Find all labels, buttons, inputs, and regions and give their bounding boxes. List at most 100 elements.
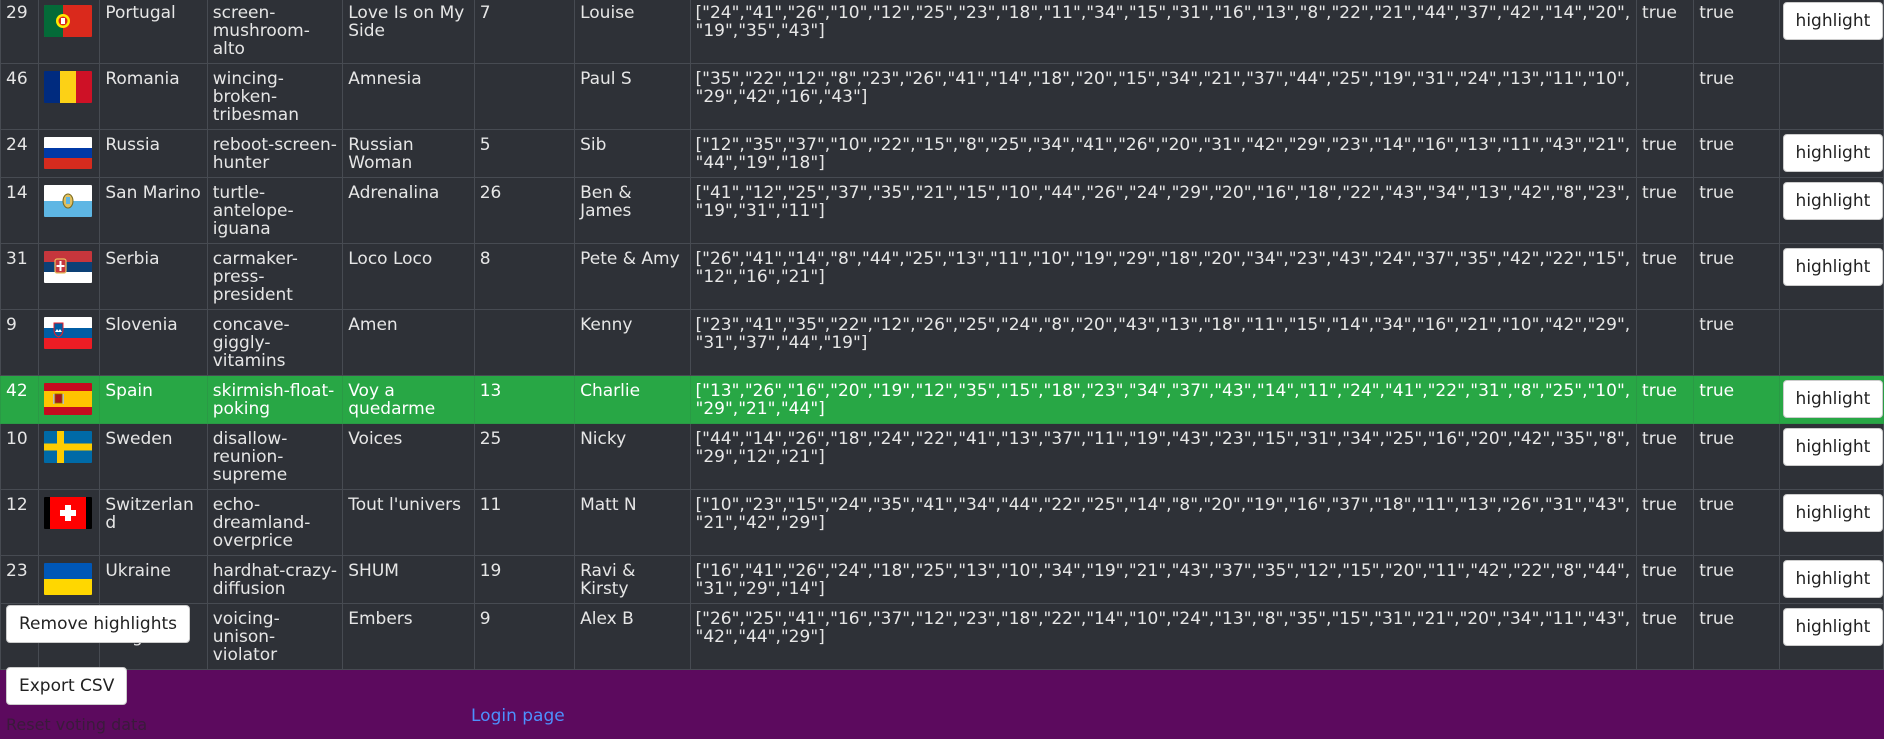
- highlight-button[interactable]: highlight: [1782, 134, 1883, 172]
- presenter-name: Matt N: [574, 489, 691, 556]
- entries-table-wrap: skied 29Portugalscreen-mushroom-altoLove…: [0, 0, 1884, 670]
- running-position: 19: [473, 555, 576, 604]
- action-cell: [1778, 309, 1884, 376]
- russia-flag-icon: [44, 137, 93, 169]
- table-row: 14 San Marino turtle-antelope-iguana Adrena…: [0, 177, 1884, 244]
- votes-list: ["24","41","26","10","12","25","23","18"…: [689, 0, 1638, 64]
- entry-id: 24: [0, 129, 40, 178]
- votes-list: ["16","41","26","24","18","25","13","10"…: [689, 555, 1638, 604]
- flag-cell: [38, 177, 101, 244]
- export-csv-button[interactable]: Export CSV: [6, 667, 128, 705]
- entry-slug: echo-dreamland-overprice: [206, 489, 344, 556]
- action-cell: highlight: [1778, 243, 1884, 310]
- song-title: Amnesia: [342, 63, 475, 130]
- flag-cell: [38, 63, 101, 130]
- song-title: Russian Woman: [342, 129, 475, 178]
- running-position: 9: [473, 603, 576, 670]
- flag-cell: [38, 129, 101, 178]
- highlight-button[interactable]: highlight: [1782, 380, 1883, 418]
- entry-id: 9: [0, 309, 40, 376]
- entry-id: 46: [0, 63, 40, 130]
- flag-cell: [38, 309, 101, 376]
- action-cell: highlight: [1778, 489, 1884, 556]
- table-row: 31 Serbia carmaker-press-president Loco Loc…: [0, 243, 1884, 310]
- flag-two-value: true: [1693, 0, 1780, 64]
- entry-slug: wincing-broken-tribesman: [206, 63, 344, 130]
- flag-cell: [38, 489, 101, 556]
- votes-list: ["10","23","15","24","35","41","34","44"…: [689, 489, 1638, 556]
- running-position: 13: [473, 375, 576, 424]
- san-marino-flag-icon: [44, 185, 93, 217]
- highlight-button[interactable]: highlight: [1782, 608, 1883, 646]
- entry-slug: screen-mushroom-alto: [206, 0, 344, 64]
- presenter-name: Ben & James: [574, 177, 691, 244]
- spain-flag-icon: [44, 383, 93, 415]
- flag-one-value: true: [1636, 375, 1695, 424]
- entry-id: 29: [0, 0, 40, 64]
- remove-highlights-button[interactable]: Remove highlights: [6, 605, 190, 643]
- highlight-button[interactable]: highlight: [1782, 182, 1883, 220]
- action-cell: highlight: [1778, 555, 1884, 604]
- action-cell: highlight: [1778, 375, 1884, 424]
- highlight-button[interactable]: highlight: [1782, 428, 1883, 466]
- action-cell: highlight: [1778, 603, 1884, 670]
- serbia-flag-icon: [44, 251, 93, 283]
- running-position: 5: [473, 129, 576, 178]
- highlight-button[interactable]: highlight: [1782, 248, 1883, 286]
- login-page-link[interactable]: Login page: [471, 706, 565, 726]
- entry-slug: voicing-unison-violator: [206, 603, 344, 670]
- highlight-button[interactable]: highlight: [1782, 494, 1883, 532]
- reset-voting-link[interactable]: Reset voting data: [6, 715, 147, 734]
- song-title: Voy a quedarme: [342, 375, 475, 424]
- running-position: [473, 63, 576, 130]
- flag-two-value: true: [1693, 423, 1780, 490]
- country-name: Russia: [99, 129, 208, 178]
- flag-one-value: true: [1636, 0, 1695, 64]
- song-title: Amen: [342, 309, 475, 376]
- entry-slug: carmaker-press-president: [206, 243, 344, 310]
- country-name: Spain: [99, 375, 208, 424]
- entry-id: 23: [0, 555, 40, 604]
- flag-cell: [38, 243, 101, 310]
- song-title: Loco Loco: [342, 243, 475, 310]
- entry-slug: disallow-reunion-supreme: [206, 423, 344, 490]
- country-name: Switzerland: [99, 489, 208, 556]
- flag-cell: [38, 555, 101, 604]
- presenter-name: Charlie: [574, 375, 691, 424]
- flag-two-value: true: [1693, 243, 1780, 310]
- presenter-name: Alex B: [574, 603, 691, 670]
- entries-table: skied 29Portugalscreen-mushroom-altoLove…: [0, 0, 1884, 670]
- flag-two-value: true: [1693, 129, 1780, 178]
- country-name: Romania: [99, 63, 208, 130]
- presenter-name: Nicky: [574, 423, 691, 490]
- song-title: Adrenalina: [342, 177, 475, 244]
- flag-one-value: true: [1636, 243, 1695, 310]
- running-position: 26: [473, 177, 576, 244]
- table-row: 24 Russia reboot-screen-hunter Russian Woma…: [0, 129, 1884, 178]
- entry-slug: skirmish-float-poking: [206, 375, 344, 424]
- country-name: Slovenia: [99, 309, 208, 376]
- song-title: Embers: [342, 603, 475, 670]
- table-row: 46 Romania wincing-broken-tribesman Amnesia…: [0, 63, 1884, 130]
- flag-one-value: true: [1636, 489, 1695, 556]
- flag-one-value: true: [1636, 129, 1695, 178]
- running-position: [473, 309, 576, 376]
- entry-id: 10: [0, 423, 40, 490]
- table-row: 12 Switzerland echo-dreamland-overprice Tou…: [0, 489, 1884, 556]
- table-row: 42 Spain skirmish-float-poking Voy a quedar…: [0, 375, 1884, 424]
- action-cell: highlight: [1778, 0, 1884, 64]
- highlight-button[interactable]: highlight: [1782, 2, 1883, 40]
- highlight-button[interactable]: highlight: [1782, 560, 1883, 598]
- presenter-name: Kenny: [574, 309, 691, 376]
- votes-list: ["26","41","14","8","44","25","13","11",…: [689, 243, 1638, 310]
- action-cell: highlight: [1778, 423, 1884, 490]
- flag-one-value: [1636, 309, 1695, 376]
- romania-flag-icon: [44, 71, 93, 103]
- flag-two-value: true: [1693, 177, 1780, 244]
- action-cell: highlight: [1778, 129, 1884, 178]
- flag-one-value: true: [1636, 603, 1695, 670]
- switzerland-flag-icon: [44, 497, 93, 529]
- country-name: Serbia: [99, 243, 208, 310]
- entry-slug: turtle-antelope-iguana: [206, 177, 344, 244]
- flag-cell: [38, 423, 101, 490]
